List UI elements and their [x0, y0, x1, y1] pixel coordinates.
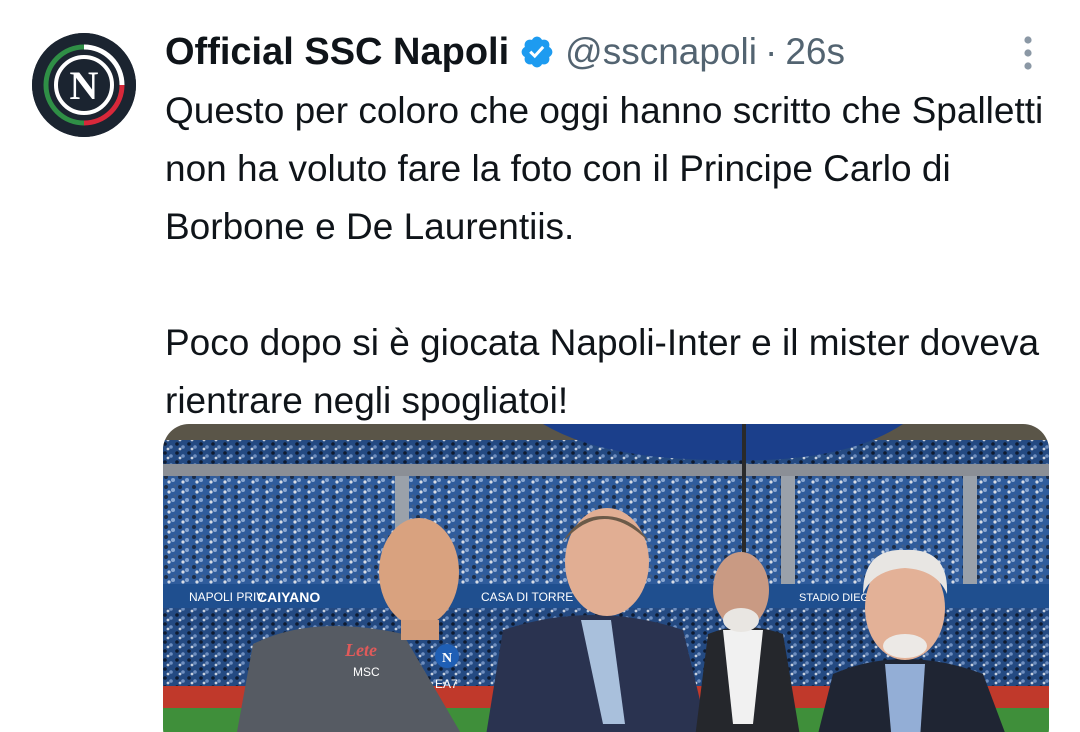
jacket-sponsor: MSC — [353, 665, 380, 679]
timestamp[interactable]: 26s — [785, 31, 845, 73]
tweet-card[interactable]: N Official SSC Napoli @sscnapoli · 26s Q… — [0, 0, 1080, 732]
tweet-text: Questo per coloro che oggi hanno scritto… — [165, 82, 1065, 430]
tweet-photo[interactable]: NAPOLI PRIV CAIYANO CASA DI TORRE STADIO… — [163, 424, 1049, 732]
jacket-crest: N — [442, 651, 452, 666]
separator-dot: · — [764, 31, 778, 72]
tweet-paragraph: Poco dopo si è giocata Napoli-Inter e il… — [165, 322, 1040, 421]
ad-board: CAIYANO — [257, 589, 320, 605]
jacket-sponsor: EA7 — [435, 677, 458, 691]
ad-board: CASA DI TORRE — [481, 590, 573, 604]
ad-board: NAPOLI PRIV — [189, 590, 264, 604]
handle[interactable]: @sscnapoli — [565, 31, 757, 73]
verified-badge-icon — [519, 34, 555, 70]
display-name[interactable]: Official SSC Napoli — [165, 31, 509, 74]
avatar[interactable]: N — [32, 33, 136, 137]
tweet-paragraph: Questo per coloro che oggi hanno scritto… — [165, 90, 1044, 247]
more-vertical-icon[interactable] — [1008, 32, 1048, 72]
jacket-sponsor: Lete — [344, 640, 377, 660]
tweet-header: Official SSC Napoli @sscnapoli · 26s — [165, 28, 845, 76]
avatar-letter: N — [70, 63, 99, 108]
